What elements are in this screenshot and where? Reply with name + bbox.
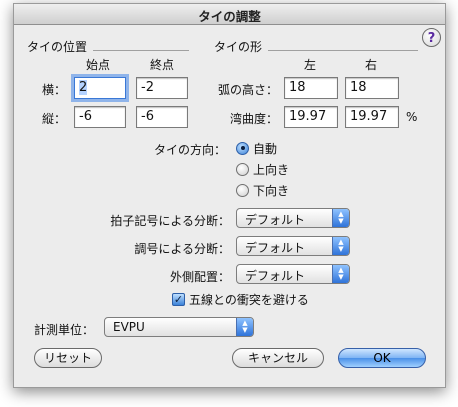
popup-arrows-icon: ▲ ▼ [332, 209, 349, 227]
col-start-header: 始点 [85, 58, 110, 72]
units-value: EVPU [113, 320, 145, 334]
popup-arrows-icon: ▲ ▼ [332, 237, 349, 255]
tie-adjust-dialog: タイの調整 タイの位置 タイの形 ? 始点 終点 左 右 横： 2 -2 弧の高… [13, 3, 446, 388]
arc-height-label: 弧の高さ： [217, 83, 278, 97]
shape-section-title: タイの形 [214, 40, 263, 54]
time-sig-break-value: デフォルト [245, 213, 306, 227]
time-sig-break-label: 拍子記号による分断： [110, 214, 230, 228]
radio-unselected-icon [236, 162, 249, 176]
key-sig-break-label: 調号による分断： [134, 242, 230, 256]
popup-arrows-icon: ▲ ▼ [236, 318, 253, 336]
arc-height-right-field[interactable]: 18 [345, 77, 399, 99]
horizontal-start-value: 2 [79, 80, 88, 95]
time-sig-break-popup[interactable]: デフォルト ▲ ▼ [236, 208, 350, 228]
vertical-label: 縦： [41, 112, 66, 126]
popup-arrows-icon: ▲ ▼ [332, 265, 349, 283]
outer-placement-label: 外側配置： [169, 270, 230, 284]
direction-up-radio[interactable]: 上向き [236, 160, 289, 178]
position-separator [93, 50, 189, 51]
col-left-header: 左 [303, 58, 316, 72]
direction-auto-label: 自動 [253, 141, 278, 156]
vertical-end-field[interactable]: -6 [136, 106, 188, 128]
direction-up-label: 上向き [253, 162, 290, 177]
col-end-header: 終点 [149, 58, 174, 72]
cancel-button[interactable]: キャンセル [232, 348, 324, 368]
units-label: 計測単位： [34, 323, 95, 337]
shape-separator [268, 50, 418, 51]
help-button[interactable]: ? [422, 28, 441, 47]
avoid-staff-checkbox[interactable]: ✓ 五線との衝突を避ける [172, 290, 309, 308]
col-right-header: 右 [364, 58, 377, 72]
horizontal-end-field[interactable]: -2 [136, 77, 188, 99]
direction-auto-radio[interactable]: 自動 [236, 139, 277, 157]
inset-label: 湾曲度： [229, 112, 278, 126]
direction-down-radio[interactable]: 下向き [236, 181, 289, 199]
inset-right-field[interactable]: 19.97 [345, 106, 399, 128]
arc-height-left-field[interactable]: 18 [284, 77, 338, 99]
position-section-title: タイの位置 [27, 40, 88, 54]
direction-label: タイの方向： [153, 143, 226, 157]
radio-unselected-icon [236, 183, 249, 197]
radio-selected-icon [236, 141, 249, 155]
horizontal-label: 横： [41, 83, 66, 97]
outer-placement-value: デフォルト [245, 269, 306, 283]
horizontal-start-field[interactable]: 2 [74, 77, 126, 99]
title-bar[interactable]: タイの調整 [14, 4, 445, 25]
avoid-staff-label: 五線との衝突を避ける [189, 292, 309, 307]
checkmark-icon: ✓ [172, 292, 185, 306]
ok-button[interactable]: OK [338, 348, 426, 368]
reset-button[interactable]: リセット [34, 348, 102, 368]
key-sig-break-popup[interactable]: デフォルト ▲ ▼ [236, 236, 350, 256]
direction-down-label: 下向き [253, 183, 290, 198]
dialog-title: タイの調整 [198, 9, 261, 24]
vertical-start-field[interactable]: -6 [74, 106, 126, 128]
inset-left-field[interactable]: 19.97 [284, 106, 338, 128]
inset-unit-label: % [406, 110, 418, 124]
units-popup[interactable]: EVPU ▲ ▼ [104, 317, 254, 337]
key-sig-break-value: デフォルト [245, 241, 306, 255]
outer-placement-popup[interactable]: デフォルト ▲ ▼ [236, 264, 350, 284]
